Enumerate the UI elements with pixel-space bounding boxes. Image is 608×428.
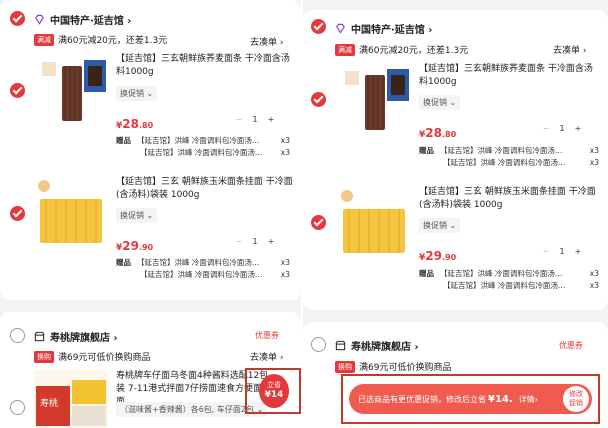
minus-button[interactable]: −	[232, 237, 246, 246]
shop-header[interactable]: 中国特产·延吉馆 ›	[335, 21, 432, 36]
plus-button[interactable]: +	[264, 237, 278, 246]
gift-list: 赠品 【延吉馆】洪峰 冷面调料包冷面汤… x3 【延吉馆】洪峰 冷面调料包冷面汤… x…	[419, 146, 599, 167]
quantity-value[interactable]: 1	[246, 115, 264, 124]
product-image-buckwheat-noodles[interactable]	[337, 63, 411, 133]
price: ¥28.80	[419, 126, 457, 140]
item-select-checkbox[interactable]	[10, 83, 25, 98]
buckwheat-noodle-image	[337, 63, 411, 133]
gift-list: 赠品 【延吉馆】洪峰 冷面调料包冷面汤… x3 【延吉馆】洪峰 冷面调料包冷面汤… x…	[419, 269, 599, 290]
promo-row: 满减 满60元减20元，还差1.3元	[34, 33, 167, 46]
shop-card-yanji: 中国特产·延吉馆 › 满减 满60元减20元，还差1.3元 去凑单 › 【延吉馆…	[303, 10, 608, 310]
quantity-stepper[interactable]: − 1 +	[539, 124, 585, 133]
shop-select-checkbox[interactable]	[10, 11, 25, 26]
item-select-checkbox[interactable]	[311, 215, 326, 230]
quantity-value[interactable]: 1	[553, 124, 571, 133]
promo-text: 满69元可低价换购商品	[359, 363, 452, 373]
shoutao-noodle-image: 寿桃	[34, 370, 108, 428]
savings-badge[interactable]: 立省 ¥14	[259, 374, 289, 408]
toast-amount: ¥14.	[488, 393, 513, 405]
product-image-shoutao[interactable]: 寿桃	[34, 370, 108, 428]
promo-tag: 满减	[335, 43, 355, 56]
diamond-icon	[336, 23, 345, 34]
price: ¥29.90	[419, 249, 457, 263]
corn-noodle-image	[337, 185, 411, 255]
shop-select-checkbox[interactable]	[311, 19, 326, 34]
coupon-link[interactable]: 优惠券	[255, 330, 279, 341]
better-promo-toast[interactable]: 已选商品有更优惠促销，修改后立省 ¥14. 详情› 修改 促销	[349, 384, 592, 414]
product-image-corn-noodles[interactable]	[337, 185, 411, 255]
price: ¥29.90	[116, 239, 154, 253]
promo-row: 满减 满60元减20元，还差1.3元	[335, 43, 468, 56]
product-title[interactable]: 【延吉馆】三玄 朝鲜族玉米面条挂面 干冷面(含汤料)袋装 1000g	[116, 176, 294, 202]
item-select-checkbox[interactable]	[10, 206, 25, 221]
buckwheat-noodle-image	[34, 54, 108, 124]
quantity-value[interactable]: 1	[246, 237, 264, 246]
shop-header[interactable]: 寿桃牌旗舰店 ›	[34, 329, 118, 344]
brand-text: 寿桃	[40, 397, 58, 409]
coupon-link[interactable]: 优惠券	[559, 340, 583, 351]
gift-list: 赠品 【延吉馆】洪峰 冷面调料包冷面汤… x3 【延吉馆】洪峰 冷面调料包冷面汤… x…	[116, 258, 290, 279]
promo-tag: 满减	[34, 33, 54, 46]
product-title[interactable]: 【延吉馆】三玄朝鲜族荞麦面条 干冷面含汤料1000g	[419, 63, 597, 89]
item-select-checkbox[interactable]	[10, 400, 25, 415]
toast-message: 已选商品有更优惠促销，修改后立省	[358, 394, 486, 404]
promo-toast-highlight: 已选商品有更优惠促销，修改后立省 ¥14. 详情› 修改 促销	[341, 374, 600, 424]
spec-selector[interactable]: 换促销 ⌄	[419, 95, 461, 110]
minus-button[interactable]: −	[539, 247, 553, 256]
promo-tag: 换购	[335, 360, 355, 373]
product-image-buckwheat-noodles[interactable]	[34, 54, 108, 124]
spec-selector[interactable]: 换促销 ⌄	[116, 86, 158, 101]
shop-select-checkbox[interactable]	[311, 337, 326, 352]
shop-header[interactable]: 中国特产·延吉馆 ›	[34, 12, 131, 27]
shop-select-checkbox[interactable]	[10, 328, 25, 343]
diamond-icon	[35, 14, 44, 25]
product-title[interactable]: 【延吉馆】三玄 朝鲜族玉米面条挂面 干冷面(含汤料)袋装 1000g	[419, 186, 597, 212]
plus-button[interactable]: +	[571, 247, 585, 256]
minus-button[interactable]: −	[539, 124, 553, 133]
right-panel: 中国特产·延吉馆 › 满减 满60元减20元，还差1.3元 去凑单 › 【延吉馆…	[303, 0, 608, 428]
spec-selector[interactable]: 换促销 ⌄	[419, 218, 461, 233]
quantity-stepper[interactable]: − 1 +	[539, 247, 585, 256]
store-icon	[335, 340, 346, 351]
promo-text: 满60元减20元，还差1.3元	[359, 46, 469, 56]
corn-noodle-image	[34, 175, 108, 245]
change-promo-button[interactable]: 修改 促销	[563, 386, 589, 412]
product-title[interactable]: 【延吉馆】三玄朝鲜族荞麦面条 干冷面含汤料1000g	[116, 53, 294, 79]
go-add-more-link[interactable]: 去凑单 ›	[250, 35, 283, 48]
quantity-stepper[interactable]: − 1 +	[232, 237, 278, 246]
quantity-value[interactable]: 1	[553, 247, 571, 256]
item-select-checkbox[interactable]	[311, 92, 326, 107]
promo-row: 换购 满69元可低价换购商品	[335, 360, 451, 373]
plus-button[interactable]: +	[571, 124, 585, 133]
minus-button[interactable]: −	[232, 115, 246, 124]
shop-header[interactable]: 寿桃牌旗舰店 ›	[335, 338, 419, 353]
savings-highlight-box: 立省 ¥14	[245, 368, 301, 414]
shop-name: 寿桃牌旗舰店 ›	[50, 333, 118, 344]
product-image-corn-noodles[interactable]	[34, 175, 108, 245]
left-panel: 中国特产·延吉馆 › 满减 满60元减20元，还差1.3元 【延吉馆】三玄朝鲜族…	[0, 0, 301, 428]
shop-name: 寿桃牌旗舰店 ›	[351, 342, 419, 353]
promo-text: 满60元减20元，还差1.3元	[58, 36, 168, 46]
go-add-more-link[interactable]: 去凑单 ›	[553, 43, 586, 56]
plus-button[interactable]: +	[264, 115, 278, 124]
store-icon	[34, 331, 45, 342]
go-add-more-link[interactable]: 去凑单 ›	[250, 350, 283, 363]
quantity-stepper[interactable]: − 1 +	[232, 115, 278, 124]
promo-row: 换购 满69元可低价换购商品	[34, 350, 150, 363]
shop-name: 中国特产·延吉馆 ›	[351, 25, 433, 36]
shop-name: 中国特产·延吉馆 ›	[50, 16, 132, 27]
toast-detail-link[interactable]: 详情›	[519, 394, 538, 405]
spec-selector[interactable]: 换促销 ⌄	[116, 208, 158, 223]
price: ¥28.80	[116, 117, 154, 131]
promo-tag: 换购	[34, 350, 54, 363]
gift-list: 赠品 【延吉馆】洪峰 冷面调料包冷面汤… x3 【延吉馆】洪峰 冷面调料包冷面汤… x…	[116, 136, 290, 157]
promo-text: 满69元可低价换购商品	[58, 353, 151, 363]
